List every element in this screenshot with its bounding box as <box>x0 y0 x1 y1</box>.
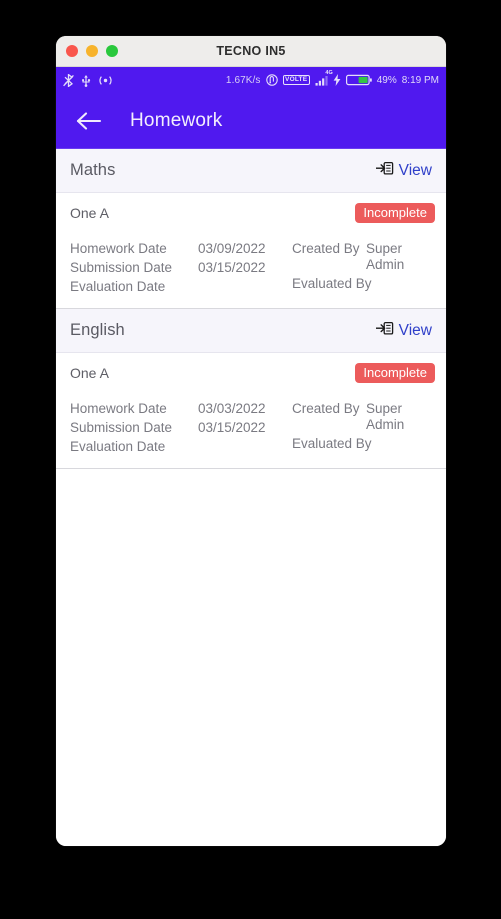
evaluated-by-row: Evaluated By <box>292 436 432 453</box>
submission-date-value: 03/15/2022 <box>198 420 266 435</box>
status-badge: Incomplete <box>355 363 435 383</box>
view-button[interactable]: View <box>375 161 432 181</box>
homework-date-value: 03/09/2022 <box>198 241 266 256</box>
signal-strength-icon: 4G <box>315 70 333 86</box>
volte-badge: VOLTE <box>282 75 310 85</box>
details-right-column: Created By Super Admin Evaluated By <box>292 241 432 296</box>
status-bar-left-icons <box>63 73 113 87</box>
network-generation-label: 4G <box>325 69 333 76</box>
evaluation-date-row: Evaluation Date <box>70 279 292 296</box>
homework-date-label: Homework Date <box>70 401 167 416</box>
evaluated-by-row: Evaluated By <box>292 276 432 293</box>
homework-card: English View One A Incomplete Homework D… <box>56 309 446 469</box>
back-arrow-icon[interactable] <box>74 106 104 136</box>
screenshot-root: TECNO IN5 1.67K/s VOLTE 4G 49% 8:19 PM H… <box>0 0 501 919</box>
created-by-label: Created By <box>292 241 360 256</box>
view-button[interactable]: View <box>375 321 432 341</box>
charging-bolt-icon <box>333 74 341 86</box>
android-status-bar: 1.67K/s VOLTE 4G 49% 8:19 PM <box>56 67 446 93</box>
created-by-row: Created By Super Admin <box>292 241 432 274</box>
bluetooth-off-icon <box>63 73 74 87</box>
maximize-window-button[interactable] <box>106 45 118 57</box>
homework-date-label: Homework Date <box>70 241 167 256</box>
homework-date-row: Homework Date 03/03/2022 <box>70 401 292 418</box>
page-title: Homework <box>130 109 223 131</box>
submission-date-row: Submission Date 03/15/2022 <box>70 420 292 437</box>
class-row: One A Incomplete <box>56 353 446 393</box>
hotspot-icon <box>98 75 113 86</box>
created-by-label: Created By <box>292 401 360 416</box>
class-name: One A <box>70 365 109 381</box>
subject-name: Maths <box>70 161 116 179</box>
evaluation-date-label: Evaluation Date <box>70 279 166 294</box>
class-row: One A Incomplete <box>56 193 446 233</box>
class-name: One A <box>70 205 109 221</box>
submission-date-label: Submission Date <box>70 260 173 275</box>
subject-name: English <box>70 321 125 339</box>
homework-card: Maths View One A Incomplete Homework Dat… <box>56 149 446 309</box>
evaluated-by-label: Evaluated By <box>292 275 372 291</box>
open-entry-icon <box>375 321 394 341</box>
homework-list: Maths View One A Incomplete Homework Dat… <box>56 149 446 846</box>
nfc-icon <box>265 74 278 86</box>
homework-date-row: Homework Date 03/09/2022 <box>70 241 292 258</box>
window-traffic-lights <box>66 45 118 57</box>
evaluation-date-label: Evaluation Date <box>70 439 166 454</box>
evaluation-date-row: Evaluation Date <box>70 439 292 456</box>
homework-details: Homework Date 03/03/2022 Submission Date… <box>56 393 446 469</box>
details-left-column: Homework Date 03/09/2022 Submission Date… <box>70 241 292 296</box>
evaluated-by-label: Evaluated By <box>292 435 372 451</box>
status-bar-clock: 8:19 PM <box>401 74 439 86</box>
open-entry-icon <box>375 161 394 181</box>
view-label: View <box>398 321 432 339</box>
details-left-column: Homework Date 03/03/2022 Submission Date… <box>70 401 292 456</box>
minimize-window-button[interactable] <box>86 45 98 57</box>
homework-date-value: 03/03/2022 <box>198 401 266 416</box>
details-right-column: Created By Super Admin Evaluated By <box>292 401 432 456</box>
window-titlebar: TECNO IN5 <box>56 36 446 67</box>
created-by-value: Super Admin <box>366 241 405 273</box>
subject-header: English View <box>56 309 446 353</box>
status-bar-right-icons: 1.67K/s VOLTE 4G 49% 8:19 PM <box>225 70 439 86</box>
submission-date-value: 03/15/2022 <box>198 260 266 275</box>
subject-header: Maths View <box>56 149 446 193</box>
status-badge: Incomplete <box>355 203 435 223</box>
created-by-value: Super Admin <box>366 401 405 433</box>
battery-icon <box>345 74 372 86</box>
created-by-row: Created By Super Admin <box>292 401 432 434</box>
homework-details: Homework Date 03/09/2022 Submission Date… <box>56 233 446 309</box>
close-window-button[interactable] <box>66 45 78 57</box>
phone-window: TECNO IN5 1.67K/s VOLTE 4G 49% 8:19 PM H… <box>56 36 446 846</box>
submission-date-label: Submission Date <box>70 420 173 435</box>
view-label: View <box>398 161 432 179</box>
submission-date-row: Submission Date 03/15/2022 <box>70 260 292 277</box>
battery-percent-label: 49% <box>376 74 397 86</box>
app-bar: Homework <box>56 93 446 149</box>
usb-icon <box>81 74 91 87</box>
network-speed-label: 1.67K/s <box>225 74 261 86</box>
